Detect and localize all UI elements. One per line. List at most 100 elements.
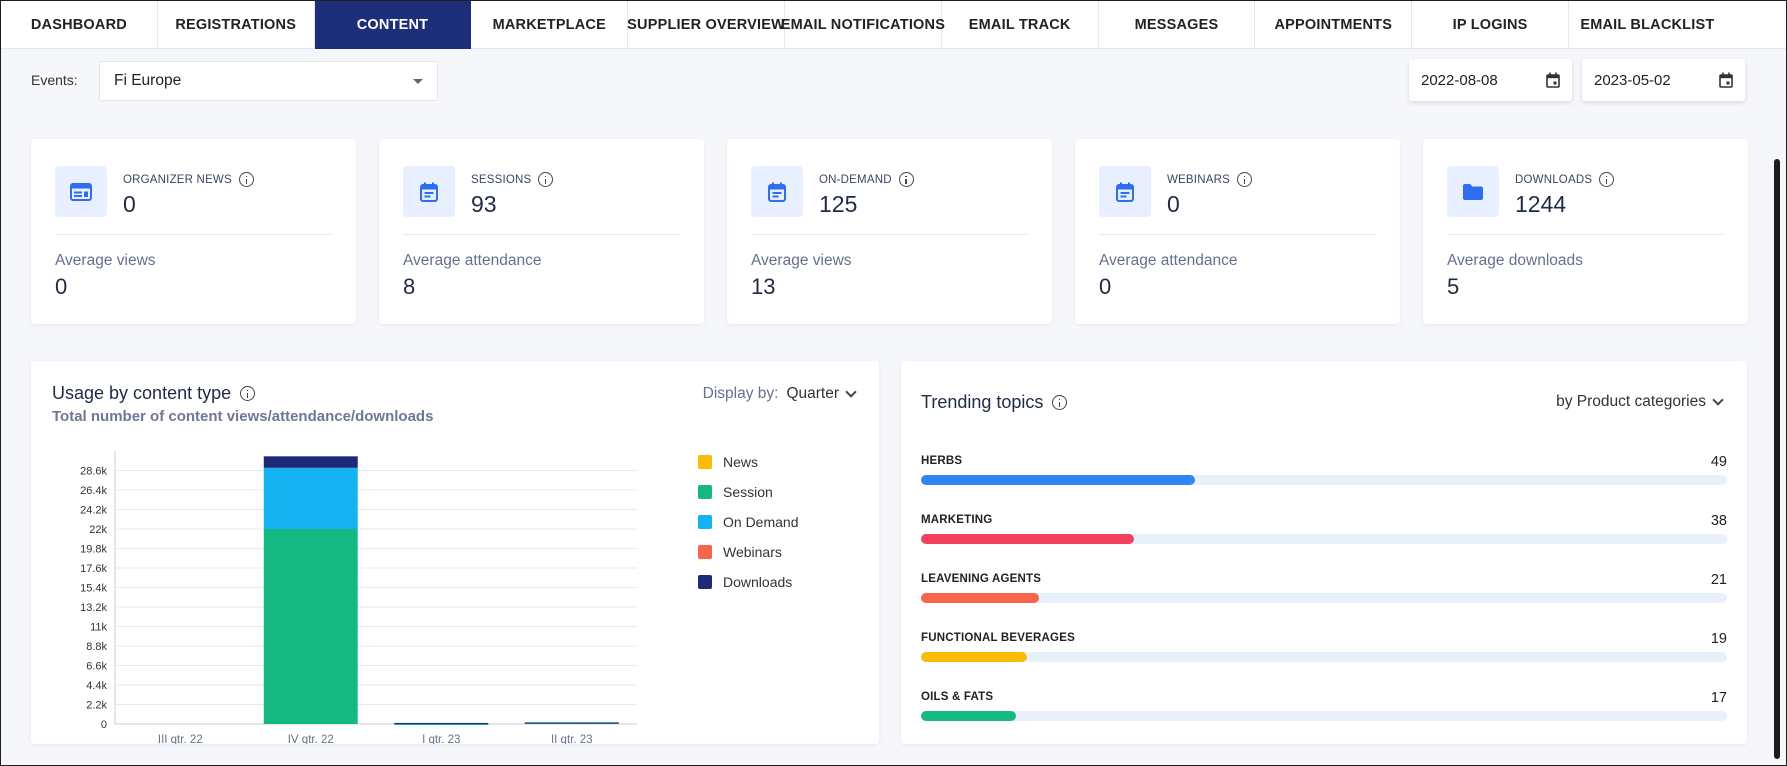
topic-bar-track [921,711,1727,721]
info-icon[interactable] [1052,395,1068,410]
topic-bar-track [921,534,1727,544]
legend-swatch [698,455,712,469]
card-downloads: DOWNLOADS 1244 Average downloads 5 [1423,139,1748,324]
topic-value: 21 [1710,572,1727,588]
trending-filter-select[interactable]: by Product categories [1556,393,1724,411]
card-label: ORGANIZER NEWS [123,172,254,187]
topic-row: LEAVENING AGENTS 21 [921,572,1727,613]
tab-email-track[interactable]: EMAIL TRACK [942,1,1099,49]
info-icon[interactable] [240,386,256,401]
topic-name: MARKETING [921,514,993,526]
y-tick-label: 2.2k [86,700,107,712]
tab-supplier-overview[interactable]: SUPPLIER OVERVIEW [627,1,785,49]
tab-registrations[interactable]: REGISTRATIONS [158,1,315,49]
card-label: DOWNLOADS [1515,172,1615,187]
topic-name: HERBS [921,455,963,467]
info-icon[interactable] [898,172,914,187]
topic-bar-track [921,475,1727,485]
trending-title-text: Trending topics [921,392,1044,412]
top-nav: DASHBOARD REGISTRATIONS CONTENT MARKETPL… [1,1,1786,49]
bar-segment [524,722,619,724]
info-icon[interactable] [1599,172,1615,187]
card-label-text: WEBINARS [1167,173,1230,186]
topic-bar-fill [921,475,1196,485]
display-by-select[interactable]: Display by: Quarter [703,385,857,403]
tab-appointments[interactable]: APPOINTMENTS [1255,1,1413,49]
y-tick-label: 15.4k [80,583,107,595]
usage-panel: Usage by content type Total number of co… [31,361,879,744]
tab-ip-logins[interactable]: IP LOGINS [1412,1,1569,49]
card-label: SESSIONS [471,172,554,187]
info-icon[interactable] [538,172,554,187]
bar-segment [394,722,489,725]
topic-row: HERBS 49 [921,454,1727,495]
y-tick-label: 19.8k [80,544,107,556]
topic-row: MARKETING 38 [921,513,1727,554]
card-sub-value: 5 [1447,274,1460,299]
calendar-icon[interactable] [1719,72,1733,88]
date-to-input[interactable]: 2023-05-02 [1582,59,1745,101]
legend-item[interactable]: Downloads [698,567,798,597]
card-icon-box [403,166,455,217]
y-tick-label: 24.2k [80,505,107,517]
topic-bar-fill [921,593,1039,603]
card-value: 1244 [1515,191,1567,217]
card-sub-label: Average views [751,252,852,269]
calendar-icon [768,182,786,202]
info-icon[interactable] [238,172,254,187]
tab-marketplace[interactable]: MARKETPLACE [471,1,629,49]
legend-label: News [723,454,759,470]
tab-content[interactable]: CONTENT [314,1,472,49]
legend-item[interactable]: Webinars [698,537,798,567]
card-value: 0 [123,191,136,217]
events-select[interactable]: Fi Europe [99,61,438,101]
card-label-text: ON-DEMAND [819,173,892,186]
card-icon-box [751,166,803,217]
card-divider [1447,234,1724,235]
chart-legend: News Session On Demand Webinars Downloads [698,447,798,597]
calendar-icon [1116,182,1134,202]
tab-email-blacklist[interactable]: EMAIL BLACKLIST [1569,1,1726,49]
legend-swatch [698,485,712,499]
date-from-input[interactable]: 2022-08-08 [1409,59,1572,101]
chevron-down-icon [1712,393,1724,406]
tab-dashboard[interactable]: DASHBOARD [1,1,158,49]
page-scrollbar[interactable] [1774,159,1780,759]
card-icon-box [1447,166,1499,217]
topic-bar-fill [921,652,1028,662]
legend-label: Webinars [723,544,782,560]
tab-email-notifications[interactable]: EMAIL NOTIFICATIONS [781,1,945,49]
topic-value: 38 [1710,513,1727,529]
card-value: 0 [1167,191,1180,217]
y-tick-label: 11k [90,622,107,634]
legend-item[interactable]: Session [698,477,798,507]
card-sub-label: Average downloads [1447,252,1583,269]
legend-swatch [698,575,712,589]
events-label: Events: [31,72,78,88]
legend-item[interactable]: News [698,447,798,477]
date-from-value: 2022-08-08 [1421,71,1498,89]
card-sessions: SESSIONS 93 Average attendance 8 [379,139,704,324]
card-on-demand: ON-DEMAND 125 Average views 13 [727,139,1052,324]
chevron-down-icon [845,385,857,398]
y-tick-label: 26.4k [80,485,107,497]
y-tick-label: 22k [89,524,107,536]
info-icon[interactable] [1236,172,1252,187]
card-value: 125 [819,191,858,217]
topic-name: OILS & FATS [921,691,994,703]
usage-chart: 0 2.2k 4.4k 6.6k 8.8k 11k 13.2k 15.4k 17.6k 19.8k… [80,451,637,744]
topic-name: LEAVENING AGENTS [921,573,1042,585]
legend-item[interactable]: On Demand [698,507,798,537]
calendar-icon[interactable] [1546,72,1560,88]
calendar-icon [420,182,438,202]
card-label: WEBINARS [1167,172,1252,187]
tab-messages[interactable]: MESSAGES [1099,1,1256,49]
topic-bar-track [921,593,1727,603]
card-sub-label: Average attendance [1099,252,1238,269]
card-label: ON-DEMAND [819,172,914,187]
trending-panel: Trending topics by Product categories HE… [901,361,1747,744]
card-divider [403,234,680,235]
trending-title: Trending topics [921,392,1068,413]
card-webinars: WEBINARS 0 Average attendance 0 [1075,139,1400,324]
usage-subtitle: Total number of content views/attendance… [52,408,434,425]
